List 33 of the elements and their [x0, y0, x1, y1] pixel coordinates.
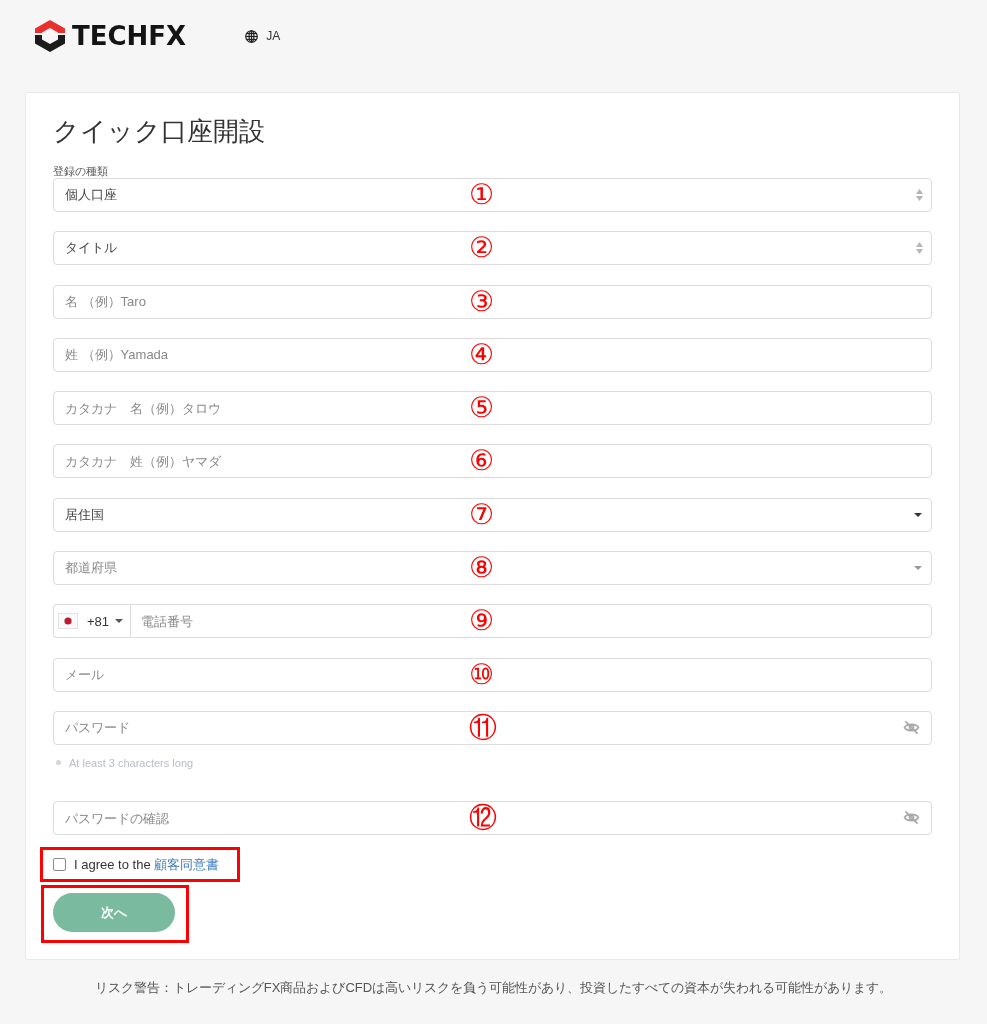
hint-text: At least 3 characters long [69, 755, 194, 770]
callout-number: ⑦ [469, 500, 495, 529]
callout-number: ⑧ [469, 554, 495, 583]
caret-icon [914, 566, 922, 571]
flag-icon [58, 613, 78, 630]
callout-number: ⑨ [469, 607, 495, 636]
globe-icon [245, 29, 259, 43]
callout-number: ⑥ [469, 447, 495, 476]
country-code-button[interactable]: +81 [53, 604, 130, 639]
eye-slash-icon[interactable] [903, 811, 920, 825]
sort-arrows-icon [916, 189, 923, 201]
callout-number: ⑪ [469, 713, 497, 742]
callout-number: ① [469, 181, 495, 209]
callout-number: ② [469, 234, 495, 263]
language-button[interactable]: JA [245, 29, 281, 43]
caret-icon [914, 512, 922, 517]
logo-icon [35, 20, 65, 52]
agreement-text: I agree to the 顧客同意書 [74, 855, 220, 874]
callout-number: ③ [469, 287, 495, 316]
caret-icon [115, 619, 124, 624]
callout-number: ⑫ [469, 804, 497, 833]
field-label: 登録の種類 [53, 164, 108, 178]
callout-number: ⑩ [469, 660, 495, 689]
callout-number: ⑤ [469, 394, 495, 423]
page-title: クイック口座開設 [53, 115, 265, 148]
callout-number: ④ [469, 340, 495, 369]
agreement-checkbox[interactable] [53, 858, 66, 872]
sort-arrows-icon [916, 242, 923, 255]
bullet-icon [56, 760, 61, 766]
agreement-link[interactable]: 顧客同意書 [154, 856, 220, 872]
logo-text: TECHFX [72, 20, 187, 52]
risk-warning-text: リスク警告：トレーディングFX商品およびCFDは高いリスクを負う可能性があり、投資したすべての資本が失われる可能性があります。 [94, 979, 893, 997]
eye-slash-icon[interactable] [903, 720, 920, 734]
